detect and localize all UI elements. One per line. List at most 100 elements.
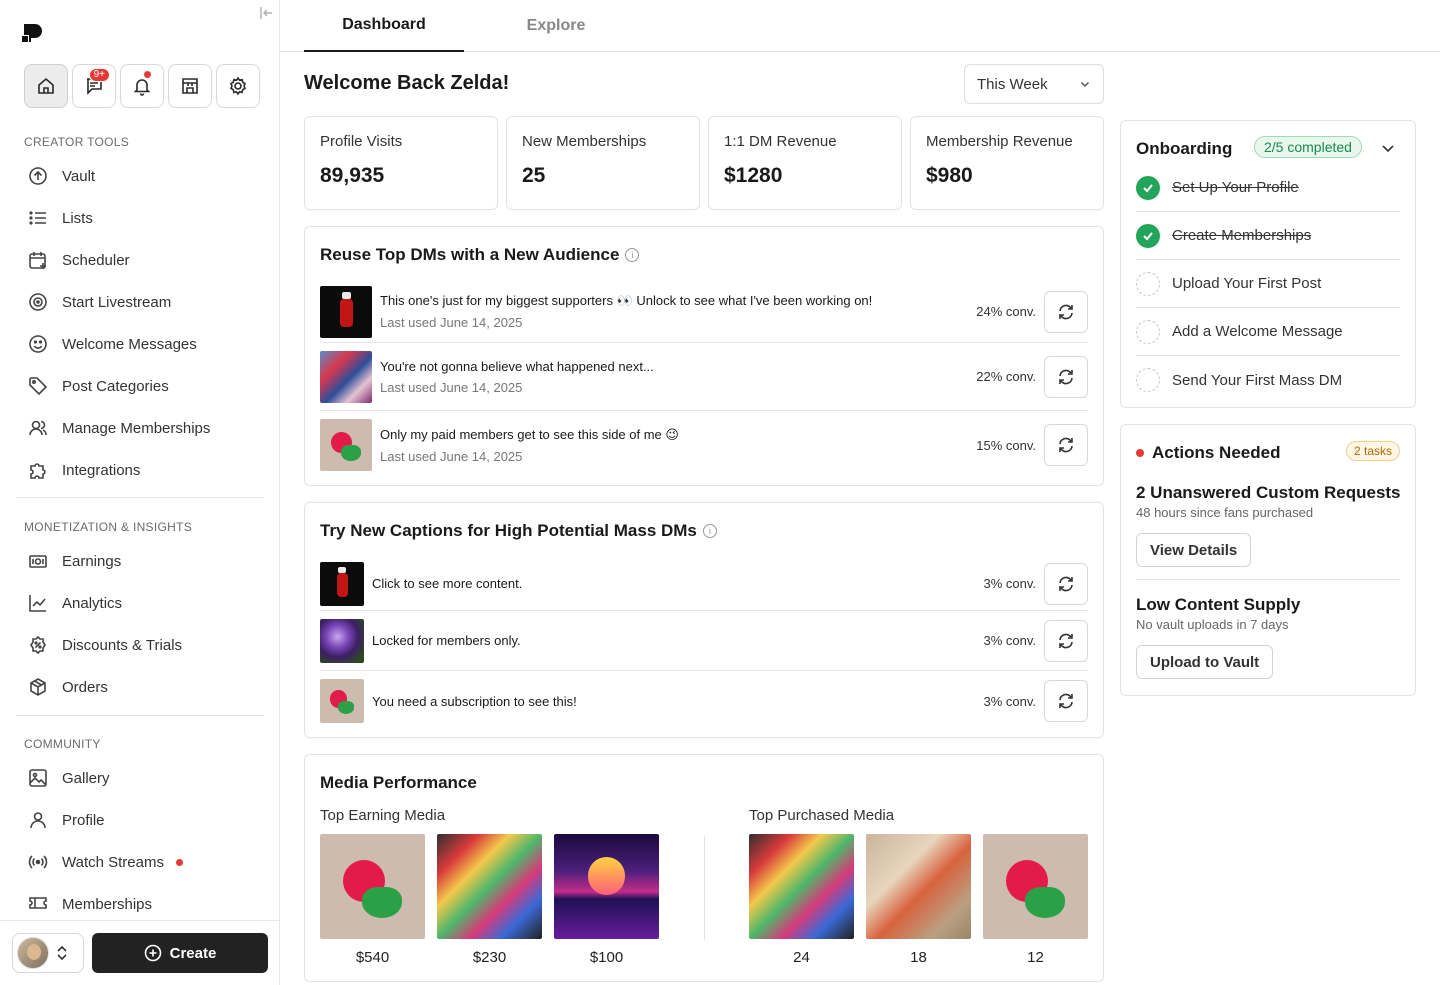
collapse-sidebar-icon[interactable] [258,4,276,22]
calendar-plus-icon [28,250,48,270]
dm-message: This one's just for my biggest supporter… [380,293,873,308]
stat-card-dm-revenue: 1:1 DM Revenue $1280 [708,116,902,210]
sidebar-divider [16,497,264,498]
sidebar-item-manage-memberships[interactable]: Manage Memberships [16,407,264,449]
media-thumbnail[interactable] [749,834,854,939]
conversion-rate: 22% conv. [976,369,1036,384]
onboarding-card: Onboarding 2/5 completed Set Up Your Pro… [1120,120,1416,408]
tab-dashboard[interactable]: Dashboard [304,0,464,52]
puzzle-icon [28,460,48,480]
onboarding-task[interactable]: Set Up Your Profile [1136,164,1400,212]
notification-dot [144,71,151,78]
period-select-value: This Week [977,75,1048,93]
media-thumbnail[interactable] [320,834,425,939]
sidebar-item-label: Memberships [62,895,153,913]
dm-thumbnail [320,419,372,471]
onboarding-task[interactable]: Add a Welcome Message [1136,308,1400,356]
task-label: Send Your First Mass DM [1172,371,1343,389]
sidebar-divider [16,715,264,716]
section-title-monetization: MONETIZATION & INSIGHTS [24,520,193,534]
chevron-down-icon[interactable] [1379,139,1397,157]
sidebar-item-welcome-messages[interactable]: Welcome Messages [16,323,264,365]
upload-to-vault-button[interactable]: Upload to Vault [1136,645,1274,679]
sidebar-item-earnings[interactable]: Earnings [16,540,264,582]
sidebar-item-discounts-trials[interactable]: Discounts & Trials [16,624,264,666]
sidebar-item-orders[interactable]: Orders [16,666,264,708]
reuse-button[interactable] [1044,355,1088,398]
sidebar-item-gallery[interactable]: Gallery [16,757,264,799]
sidebar-item-post-categories[interactable]: Post Categories [16,365,264,407]
card-title: Reuse Top DMs with a New Audience i [320,245,640,265]
media-divider [704,836,705,940]
live-indicator-dot [175,858,183,866]
reuse-button[interactable] [1044,619,1088,662]
chevron-down-icon [1079,78,1091,90]
media-thumbnail[interactable] [437,834,542,939]
onboarding-task[interactable]: Upload Your First Post [1136,260,1400,308]
media-thumbnail[interactable] [554,834,659,939]
reuse-button[interactable] [1044,424,1088,466]
onboarding-title: Onboarding [1136,139,1233,158]
list-icon [28,208,48,228]
media-thumbnail[interactable] [866,834,971,939]
storefront-button[interactable] [168,64,212,108]
dm-last-used: Last used June 14, 2025 [380,315,523,330]
image-icon [28,768,48,788]
reuse-button[interactable] [1044,290,1088,333]
card-title: Media Performance [320,773,477,792]
user-icon [28,810,48,830]
notifications-button[interactable] [120,64,164,108]
sidebar-item-integrations[interactable]: Integrations [16,449,264,491]
tab-explore[interactable]: Explore [476,0,636,52]
sidebar-item-watch-streams[interactable]: Watch Streams [16,841,264,883]
create-button[interactable]: Create [92,933,268,973]
live-icon [28,292,48,312]
media-earning-value: $100 [589,949,624,966]
view-details-button[interactable]: View Details [1136,533,1252,567]
home-button[interactable] [24,64,68,108]
check-icon [1136,175,1160,200]
caption-text: Locked for members only. [372,633,521,648]
sidebar-item-profile[interactable]: Profile [16,799,264,841]
caption-text: You need a subscription to see this! [372,693,577,709]
sidebar-item-lists[interactable]: Lists [16,197,264,239]
reuse-button[interactable] [1044,562,1088,605]
sidebar-footer: Create [0,920,279,985]
caption-thumbnail [320,679,364,723]
nav-monetization: Earnings Analytics Discounts & Trials Or… [16,540,264,708]
account-switcher[interactable] [12,933,84,973]
onboarding-task[interactable]: Send Your First Mass DM [1136,356,1400,404]
dm-row: Only my paid members get to see this sid… [320,411,1088,479]
sidebar-item-vault[interactable]: Vault [16,155,264,197]
action-subtext: 48 hours since fans purchased [1136,505,1314,520]
card-title-text: Try New Captions for High Potential Mass… [320,521,697,540]
conversion-rate: 3% conv. [983,576,1036,591]
sidebar-item-label: Manage Memberships [62,419,211,437]
sidebar-item-analytics[interactable]: Analytics [16,582,264,624]
nav-creator-tools: Vault Lists Scheduler Start Livestream W… [16,155,264,491]
logo-icon[interactable] [22,22,44,44]
discount-icon [28,635,48,655]
memberships-icon [28,894,48,914]
info-icon[interactable]: i [625,248,640,262]
card-title-text: Reuse Top DMs with a New Audience [320,245,620,264]
nav-community: Gallery Profile Watch Streams Membership… [16,757,264,925]
onboarding-task[interactable]: Create Memberships [1136,212,1400,260]
money-icon [28,551,48,571]
media-thumbnail[interactable] [983,834,1088,939]
caption-thumbnail [320,561,364,606]
messages-button[interactable]: 9+ [72,64,116,108]
info-icon[interactable]: i [702,524,717,538]
section-title-community: COMMUNITY [24,737,101,751]
sidebar-item-memberships[interactable]: Memberships [16,883,264,925]
sidebar-item-label: Watch Streams [62,853,164,871]
sidebar-item-start-livestream[interactable]: Start Livestream [16,281,264,323]
settings-button[interactable] [216,64,260,108]
users-icon [28,418,48,438]
period-select[interactable]: This Week [964,64,1104,104]
sidebar-item-scheduler[interactable]: Scheduler [16,239,264,281]
top-tabs: Dashboard Explore [280,0,1440,52]
page-title: Welcome Back Zelda! [304,72,510,94]
reuse-button[interactable] [1044,680,1088,722]
top-earning-media-title: Top Earning Media [320,807,446,824]
